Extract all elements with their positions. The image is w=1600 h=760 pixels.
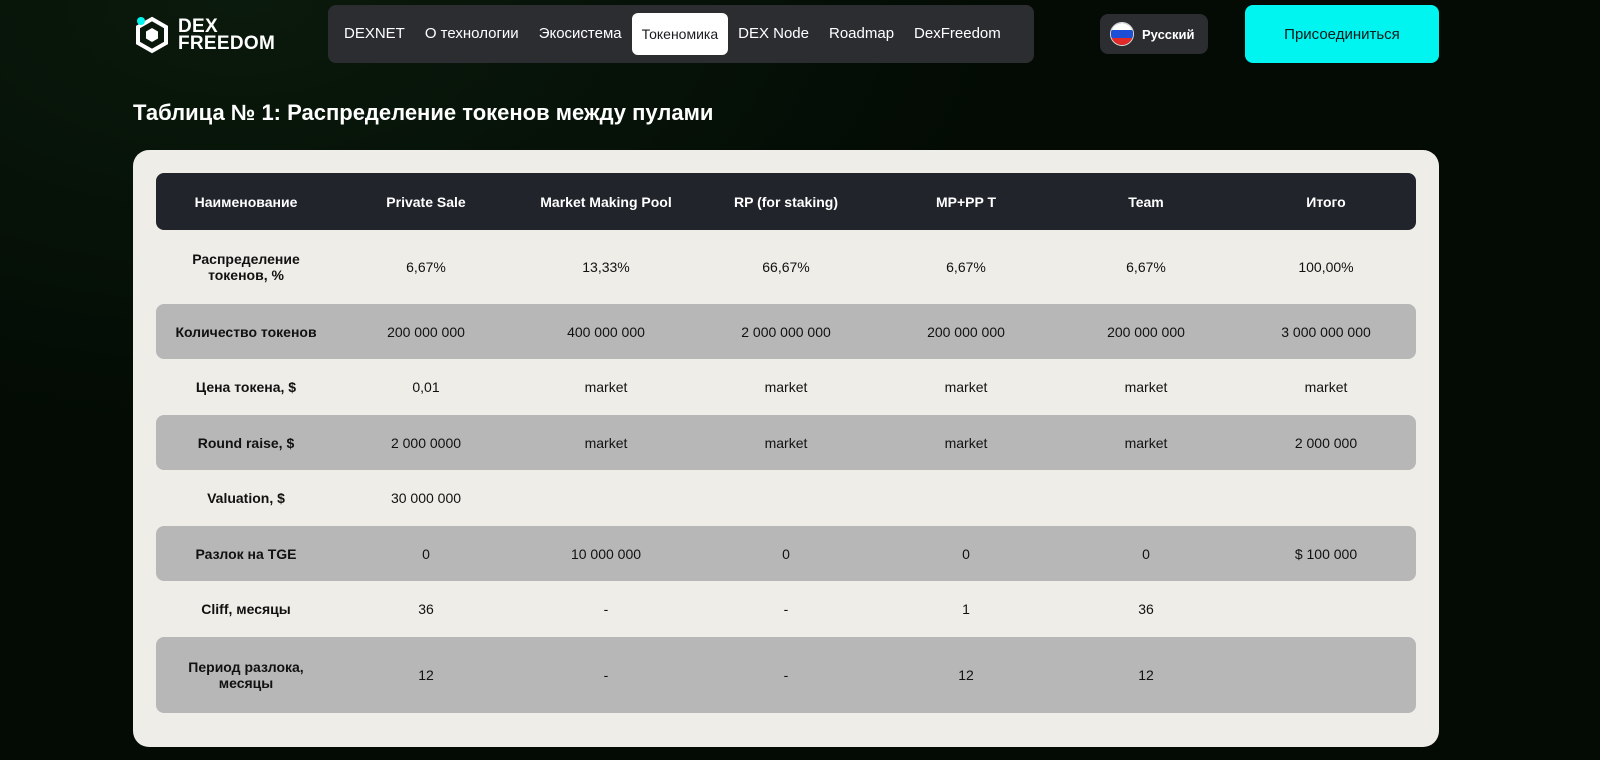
row-label: Распределение токенов, % [192, 251, 300, 283]
logo-line-2: FREEDOM [178, 33, 276, 54]
table-cell: 6,67% [406, 259, 446, 275]
table-cell: 12 [418, 667, 434, 683]
logo[interactable]: DEX FREEDOM [132, 15, 275, 55]
page-title: Таблица № 1: Распределение токенов между… [133, 100, 714, 125]
table-cell: 3 000 000 000 [1281, 323, 1371, 340]
table-cell: market [764, 379, 808, 395]
nav-item-ecosystem[interactable]: Экосистема [529, 13, 632, 55]
table-row: Разлок на TGE 0 10 000 000 0 0 0 $ 100 0… [156, 526, 1416, 581]
logo-hexagon-icon [136, 16, 168, 54]
table-cell: market [1124, 379, 1168, 395]
table-cell: 2 000 0000 [390, 434, 462, 451]
nav-item-dex-node[interactable]: DEX Node [728, 13, 819, 55]
language-selector[interactable]: Русский [1100, 14, 1208, 54]
table-cell: 36 [418, 601, 434, 617]
language-label: Русский [1142, 26, 1195, 42]
table-row: Количество токенов 200 000 000 400 000 0… [156, 304, 1416, 359]
table-cell: 0 [962, 545, 970, 562]
row-label: Valuation, $ [207, 490, 285, 506]
nav-item-technology[interactable]: О технологии [415, 13, 529, 55]
table-cell: 30 000 000 [390, 490, 462, 506]
table-cell: 0 [782, 545, 790, 562]
table-row: Valuation, $ 30 000 000 [156, 470, 1416, 526]
table-cell: - [783, 667, 789, 683]
join-button[interactable]: Присоединиться [1245, 5, 1439, 63]
table-cell: market [944, 379, 988, 395]
table-cell: market [1304, 379, 1348, 395]
table-cell: 0,01 [412, 379, 440, 395]
table-cell: - [783, 601, 789, 617]
table-header-row: Наименование Private Sale Market Making … [156, 173, 1416, 230]
table-cell: 10 000 000 [570, 545, 642, 562]
table-cell: 12 [958, 667, 974, 683]
table-cell: 6,67% [1126, 259, 1166, 275]
table-cell: market [764, 434, 808, 451]
table-cell: 200 000 000 [1107, 323, 1185, 340]
table-cell: 12 [1138, 667, 1154, 683]
table-row: Цена токена, $ 0,01 market market market… [156, 359, 1416, 415]
table-cell: $ 100 000 [1294, 545, 1358, 562]
row-label: Cliff, месяцы [201, 601, 291, 617]
table-cell: 2 000 000 000 [741, 323, 831, 340]
table-cell: - [603, 601, 609, 617]
table-cell: 66,67% [762, 259, 810, 275]
table-cell: 400 000 000 [567, 323, 645, 340]
table-row: Распределение токенов, % 6,67% 13,33% 66… [156, 230, 1416, 304]
table-cell: market [584, 379, 628, 395]
nav-item-dexnet[interactable]: DEXNET [334, 13, 415, 55]
table-row: Cliff, месяцы 36 - - 1 36 [156, 581, 1416, 637]
russia-flag-icon [1110, 22, 1134, 46]
column-header: RP (for staking) [734, 193, 838, 210]
nav-item-roadmap[interactable]: Roadmap [819, 13, 904, 55]
row-label: Период разлока, месяцы [188, 659, 304, 691]
table-cell: 0 [422, 545, 430, 562]
table-cell: 1 [962, 601, 970, 617]
column-header: MP+PP T [935, 193, 997, 210]
column-header: Наименование [194, 193, 298, 210]
tokens-table: Наименование Private Sale Market Making … [156, 173, 1416, 713]
table-cell: 6,67% [946, 259, 986, 275]
nav-item-dexfreedom[interactable]: DexFreedom [904, 13, 1011, 55]
table-row: Период разлока, месяцы 12 - - 12 12 [156, 637, 1416, 713]
table-cell: 200 000 000 [927, 323, 1005, 340]
row-label: Round raise, $ [197, 434, 295, 451]
table-cell: market [944, 434, 988, 451]
column-header: Private Sale [386, 193, 466, 210]
column-header: Итого [1306, 193, 1346, 210]
column-header: Market Making Pool [540, 193, 672, 210]
table-panel: Наименование Private Sale Market Making … [133, 150, 1439, 747]
table-cell: 0 [1142, 545, 1150, 562]
table-cell: 200 000 000 [387, 323, 465, 340]
table-cell: 100,00% [1298, 259, 1354, 275]
row-label: Разлок на TGE [195, 545, 297, 562]
table-cell: 36 [1138, 601, 1154, 617]
table-cell: 13,33% [582, 259, 630, 275]
column-header: Team [1128, 193, 1164, 210]
logo-text: DEX FREEDOM [178, 17, 276, 54]
row-label: Количество токенов [175, 323, 317, 340]
table-cell: market [1124, 434, 1168, 451]
table-cell: market [584, 434, 628, 451]
nav-item-tokenomics[interactable]: Токеномика [631, 13, 729, 55]
table-cell: - [603, 667, 609, 683]
table-row: Round raise, $ 2 000 0000 market market … [156, 415, 1416, 470]
table-cell: 2 000 000 [1294, 434, 1358, 451]
main-nav: DEXNET О технологии Экосистема Токеномик… [328, 5, 1034, 63]
row-label: Цена токена, $ [195, 379, 297, 395]
